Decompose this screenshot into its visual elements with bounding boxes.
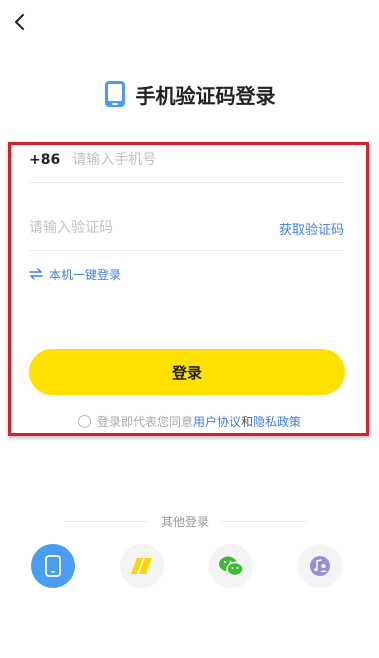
- wechat-icon: [219, 556, 244, 577]
- chevron-left-icon: [15, 14, 24, 30]
- other-login-divider: 其他登录: [64, 512, 307, 530]
- user-agreement-link[interactable]: 用户协议: [193, 413, 241, 430]
- phone-login-button[interactable]: [31, 544, 75, 588]
- phone-row: +86: [29, 138, 344, 183]
- brand-login-button[interactable]: [120, 544, 164, 588]
- other-login-icons: [0, 544, 379, 588]
- mobile-phone-icon: [45, 555, 61, 577]
- music-user-icon: [310, 556, 330, 576]
- country-code[interactable]: +86: [29, 152, 60, 168]
- music-login-button[interactable]: [298, 544, 342, 588]
- agreement-radio[interactable]: [77, 414, 91, 428]
- divider-left: [64, 520, 149, 522]
- page-header: 手机验证码登录: [0, 78, 379, 110]
- one-key-login-link[interactable]: 本机一键登录: [29, 265, 121, 283]
- verification-code-input[interactable]: [29, 220, 229, 236]
- swap-icon: [29, 268, 43, 280]
- one-key-login-label: 本机一键登录: [49, 267, 122, 282]
- divider-right: [221, 520, 307, 522]
- other-login-label: 其他登录: [161, 514, 210, 529]
- privacy-policy-link[interactable]: 隐私政策: [253, 413, 301, 430]
- agreement-prefix: 登录即代表您同意: [96, 414, 193, 429]
- page-title: 手机验证码登录: [135, 83, 276, 108]
- get-code-button[interactable]: 获取验证码: [279, 219, 344, 238]
- wechat-login-button[interactable]: [209, 544, 253, 588]
- brand-logo-icon: [131, 558, 152, 574]
- login-button[interactable]: 登录: [29, 349, 345, 395]
- agreement-and: 和: [241, 414, 254, 429]
- phone-icon: [104, 81, 125, 107]
- back-button[interactable]: [8, 10, 32, 34]
- phone-input[interactable]: [72, 152, 293, 168]
- code-row: 获取验证码: [29, 206, 344, 251]
- agreement-row: 登录即代表您同意 用户协议 和 隐私政策: [0, 412, 379, 430]
